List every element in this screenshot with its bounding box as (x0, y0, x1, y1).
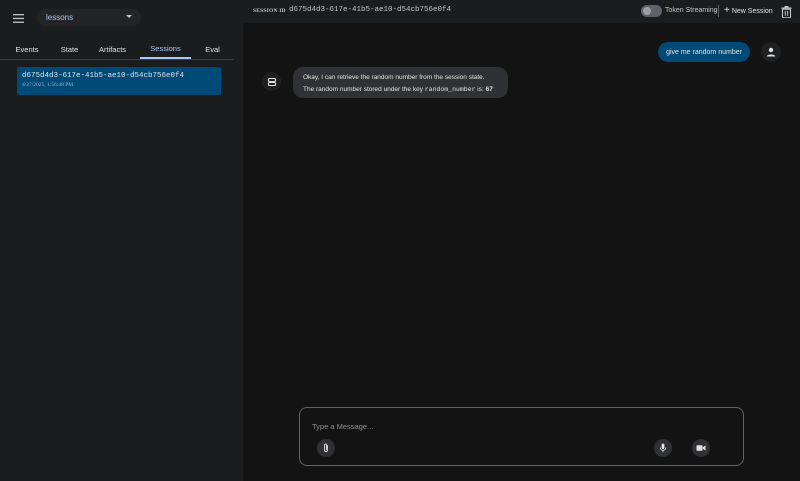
mic-icon[interactable] (654, 439, 672, 457)
sidebar: lessons Events State Artifacts Sessions … (0, 0, 243, 481)
toolbar-divider (718, 5, 719, 17)
app-select-value: lessons (46, 13, 74, 22)
tab-label: Events (15, 45, 39, 54)
bot-text-mid: is: (475, 86, 486, 93)
session-id-label: SESSION ID (253, 8, 286, 14)
plus-icon: + (724, 5, 730, 16)
bot-text-prefix: The random number stored under the key (303, 86, 425, 93)
tab-label: Artifacts (98, 45, 127, 54)
tab-sessions[interactable]: Sessions (140, 40, 191, 59)
tab-label: State (60, 45, 79, 54)
top-bar: SESSION ID d675d4d3-617e-41b5-ae10-d54cb… (243, 0, 800, 23)
message-composer (299, 407, 744, 466)
new-session-button[interactable]: + New Session (724, 5, 773, 17)
message-input[interactable] (312, 420, 712, 432)
bot-message-bubble: Okay, I can retrieve the random number f… (293, 67, 508, 98)
bot-message-line-2: The random number stored under the key r… (303, 84, 498, 96)
session-id-value: d675d4d3-617e-41b5-ae10-d54cb756e0f4 (289, 6, 452, 14)
bot-icon (262, 72, 281, 91)
app-select-dropdown[interactable]: lessons (37, 9, 141, 26)
token-streaming-toggle[interactable] (641, 5, 662, 17)
random-number-value: 67 (485, 86, 493, 93)
tab-label: Eval (205, 45, 220, 54)
tab-state[interactable]: State (54, 40, 85, 59)
sidebar-tabs: Events State Artifacts Sessions Eval (0, 40, 234, 60)
new-session-label: New Session (731, 7, 773, 15)
trash-icon[interactable] (781, 5, 792, 19)
tab-events[interactable]: Events (0, 40, 54, 59)
token-streaming-label: Token Streaming (665, 7, 718, 14)
video-icon[interactable] (692, 439, 710, 457)
attach-icon[interactable] (317, 439, 335, 457)
user-message-text: give me random number (666, 48, 742, 56)
session-list-item[interactable]: d675d4d3-617e-41b5-ae10-d54cb756e0f4 4/2… (17, 67, 221, 95)
toggle-knob (643, 7, 651, 15)
person-icon (761, 42, 781, 62)
user-message-bubble: give me random number (658, 42, 750, 62)
menu-icon[interactable] (9, 9, 27, 27)
tab-label: Sessions (150, 44, 181, 53)
session-item-id: d675d4d3-617e-41b5-ae10-d54cb756e0f4 (22, 72, 185, 80)
state-key-code: random_number (424, 86, 476, 93)
tab-eval[interactable]: Eval (191, 40, 234, 59)
chevron-down-icon (126, 15, 132, 18)
bot-message-line-1: Okay, I can retrieve the random number f… (303, 74, 485, 81)
session-item-date: 4/27/2025, 1:56:48 PM (22, 82, 74, 88)
tab-artifacts[interactable]: Artifacts (85, 40, 140, 59)
